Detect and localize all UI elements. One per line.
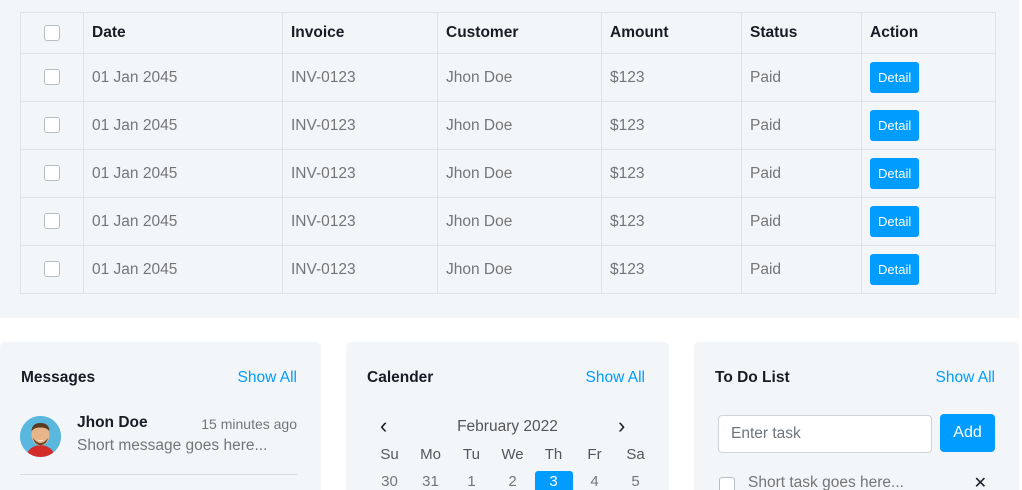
column-header-invoice[interactable]: Invoice bbox=[282, 12, 438, 54]
select-all-cell bbox=[20, 12, 84, 54]
calendar-weekday-row: Su Mo Tu We Th Fr Sa bbox=[369, 444, 656, 466]
user-avatar-icon bbox=[20, 416, 61, 457]
task-label: Short task goes here... bbox=[748, 474, 904, 490]
cell-status: Paid bbox=[741, 53, 862, 102]
cell-date: 01 Jan 2045 bbox=[83, 245, 283, 294]
row-select-cell bbox=[20, 101, 84, 150]
chevron-right-icon[interactable]: › bbox=[618, 415, 625, 437]
message-timestamp: 15 minutes ago bbox=[201, 416, 297, 432]
messages-title: Messages bbox=[21, 369, 96, 386]
table-row: 01 Jan 2045 INV-0123 Jhon Doe $123 Paid … bbox=[20, 197, 996, 246]
cell-status: Paid bbox=[741, 245, 862, 294]
weekday-label: Th bbox=[544, 446, 563, 463]
calendar-day[interactable]: 31 bbox=[410, 471, 451, 490]
avatar[interactable] bbox=[20, 416, 61, 457]
cell-invoice: INV-0123 bbox=[282, 245, 438, 294]
weekday-label: Su bbox=[380, 446, 399, 463]
row-select-cell bbox=[20, 245, 84, 294]
calendar-show-all-link[interactable]: Show All bbox=[586, 369, 645, 387]
table-row: 01 Jan 2045 INV-0123 Jhon Doe $123 Paid … bbox=[20, 245, 996, 294]
table-row: 01 Jan 2045 INV-0123 Jhon Doe $123 Paid … bbox=[20, 53, 996, 102]
weekday-label: Sa bbox=[626, 446, 645, 463]
chevron-left-icon[interactable]: ‹ bbox=[380, 415, 387, 437]
table-header-row: Date Invoice Customer Amount Status Acti… bbox=[20, 12, 996, 54]
column-header-action: Action bbox=[861, 12, 996, 54]
column-header-customer[interactable]: Customer bbox=[437, 12, 602, 54]
calendar-day-today[interactable]: 3 bbox=[534, 471, 573, 490]
weekday-label: Fr bbox=[587, 446, 602, 463]
cell-action: Detail bbox=[861, 53, 996, 102]
cell-invoice: INV-0123 bbox=[282, 149, 438, 198]
cell-amount: $123 bbox=[601, 149, 742, 198]
table-row: 01 Jan 2045 INV-0123 Jhon Doe $123 Paid … bbox=[20, 101, 996, 150]
close-icon[interactable]: ✕ bbox=[974, 473, 987, 490]
message-preview[interactable]: Short message goes here... bbox=[77, 437, 267, 455]
cell-amount: $123 bbox=[601, 101, 742, 150]
row-checkbox[interactable] bbox=[44, 69, 60, 86]
cell-amount: $123 bbox=[601, 53, 742, 102]
calendar-day[interactable]: 30 bbox=[369, 471, 410, 490]
row-checkbox[interactable] bbox=[44, 165, 60, 182]
select-all-checkbox[interactable] bbox=[44, 24, 60, 41]
add-task-button[interactable]: Add bbox=[940, 414, 995, 452]
calendar-day[interactable]: 2 bbox=[492, 471, 533, 490]
todo-title: To Do List bbox=[715, 369, 790, 386]
row-checkbox[interactable] bbox=[44, 213, 60, 230]
calendar-card: Calender Show All February 2022 ‹ › Su M… bbox=[346, 342, 669, 490]
todo-card: To Do List Show All Add Short task goes … bbox=[694, 342, 1019, 490]
detail-button[interactable]: Detail bbox=[870, 206, 920, 237]
calendar-day[interactable]: 5 bbox=[615, 471, 656, 490]
column-header-amount[interactable]: Amount bbox=[601, 12, 742, 54]
cell-status: Paid bbox=[741, 197, 862, 246]
cell-action: Detail bbox=[861, 245, 996, 294]
calendar-title: Calender bbox=[367, 369, 434, 386]
cell-date: 01 Jan 2045 bbox=[83, 101, 283, 150]
cell-date: 01 Jan 2045 bbox=[83, 53, 283, 102]
row-checkbox[interactable] bbox=[44, 261, 60, 278]
cell-invoice: INV-0123 bbox=[282, 53, 438, 102]
table-row: 01 Jan 2045 INV-0123 Jhon Doe $123 Paid … bbox=[20, 149, 996, 198]
cell-invoice: INV-0123 bbox=[282, 101, 438, 150]
detail-button[interactable]: Detail bbox=[870, 110, 920, 141]
cell-date: 01 Jan 2045 bbox=[83, 149, 283, 198]
weekday-label: Mo bbox=[420, 446, 441, 463]
task-checkbox[interactable] bbox=[719, 477, 735, 490]
weekday-label: Tu bbox=[463, 446, 480, 463]
detail-button[interactable]: Detail bbox=[870, 158, 920, 189]
row-select-cell bbox=[20, 197, 84, 246]
cell-status: Paid bbox=[741, 149, 862, 198]
recent-sales-panel: Date Invoice Customer Amount Status Acti… bbox=[0, 0, 1019, 318]
calendar-day[interactable]: 1 bbox=[451, 471, 492, 490]
row-select-cell bbox=[20, 149, 84, 198]
calendar-week-row: 30 31 1 2 3 4 5 bbox=[369, 471, 656, 490]
message-divider bbox=[20, 474, 297, 475]
calendar-day[interactable]: 4 bbox=[574, 471, 615, 490]
row-select-cell bbox=[20, 53, 84, 102]
cell-action: Detail bbox=[861, 197, 996, 246]
cell-customer: Jhon Doe bbox=[437, 245, 602, 294]
column-header-status[interactable]: Status bbox=[741, 12, 862, 54]
column-header-date[interactable]: Date bbox=[83, 12, 283, 54]
task-input[interactable] bbox=[718, 415, 932, 453]
cell-action: Detail bbox=[861, 149, 996, 198]
cell-customer: Jhon Doe bbox=[437, 197, 602, 246]
cell-invoice: INV-0123 bbox=[282, 197, 438, 246]
weekday-label: We bbox=[501, 446, 524, 463]
detail-button[interactable]: Detail bbox=[870, 254, 920, 285]
cell-amount: $123 bbox=[601, 245, 742, 294]
row-checkbox[interactable] bbox=[44, 117, 60, 134]
cell-date: 01 Jan 2045 bbox=[83, 197, 283, 246]
detail-button[interactable]: Detail bbox=[870, 62, 920, 93]
message-sender-name[interactable]: Jhon Doe bbox=[77, 414, 148, 432]
cell-customer: Jhon Doe bbox=[437, 101, 602, 150]
invoice-table: Date Invoice Customer Amount Status Acti… bbox=[20, 12, 996, 294]
cell-customer: Jhon Doe bbox=[437, 149, 602, 198]
messages-show-all-link[interactable]: Show All bbox=[238, 369, 297, 387]
messages-card: Messages Show All Jhon Doe 15 minutes ag… bbox=[0, 342, 321, 490]
cell-action: Detail bbox=[861, 101, 996, 150]
todo-show-all-link[interactable]: Show All bbox=[936, 369, 995, 387]
cell-customer: Jhon Doe bbox=[437, 53, 602, 102]
cell-status: Paid bbox=[741, 101, 862, 150]
cell-amount: $123 bbox=[601, 197, 742, 246]
